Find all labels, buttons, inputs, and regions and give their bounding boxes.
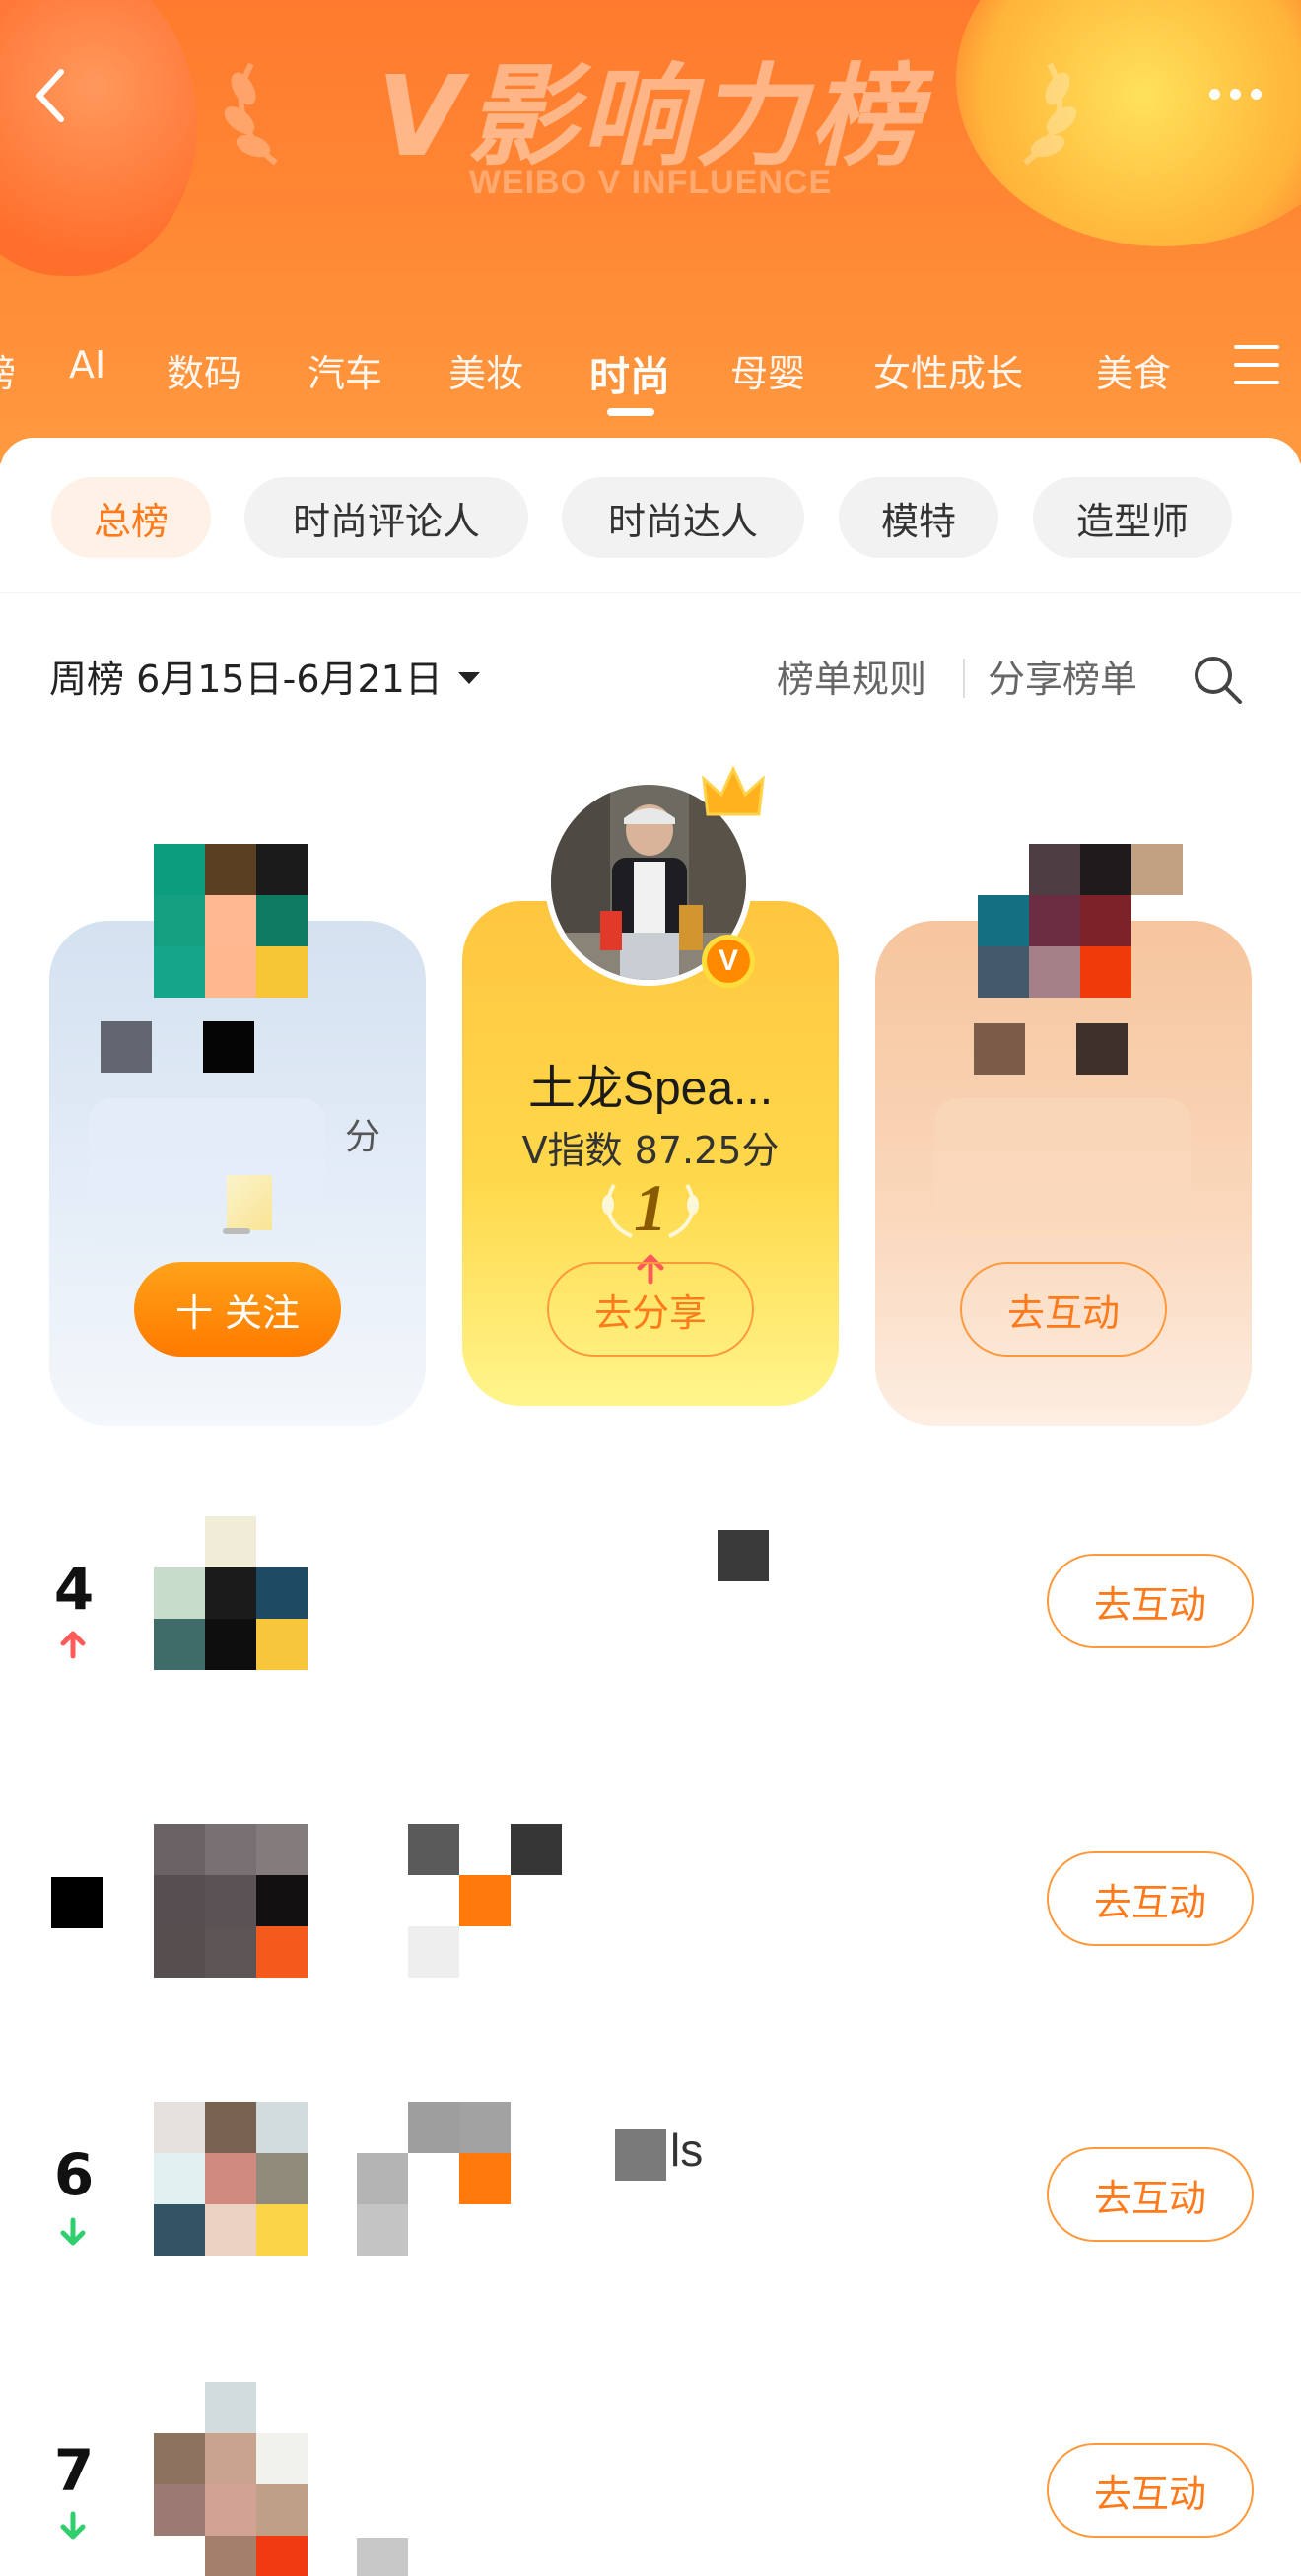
trend-flat-icon bbox=[223, 1228, 250, 1234]
censored-name bbox=[718, 1530, 769, 1581]
tab-ai[interactable]: AI bbox=[69, 343, 105, 386]
ranking-toolbar: 周榜 6月15日-6月21日 榜单规则 分享榜单 bbox=[0, 635, 1301, 714]
avatar[interactable] bbox=[134, 808, 341, 1015]
subtab-overall[interactable]: 总榜 bbox=[51, 477, 211, 558]
tab-category[interactable]: 榜 bbox=[0, 343, 16, 397]
tab-fashion[interactable]: 时尚 bbox=[589, 343, 670, 402]
rank-number: 6 bbox=[53, 2141, 95, 2208]
more-horizontal-icon bbox=[1208, 88, 1220, 100]
menu-icon[interactable] bbox=[1234, 345, 1279, 388]
crown-icon bbox=[702, 765, 765, 816]
trend-down-icon bbox=[60, 2511, 86, 2540]
censored-avatar bbox=[154, 2102, 308, 2256]
interact-button[interactable]: 去互动 bbox=[960, 1262, 1167, 1357]
rank-number: 7 bbox=[53, 2437, 95, 2504]
follow-button[interactable]: 十 关注 bbox=[134, 1262, 341, 1357]
tab-female-growth[interactable]: 女性成长 bbox=[873, 343, 1023, 397]
divider bbox=[0, 592, 1301, 593]
trend-up-icon bbox=[60, 1631, 86, 1659]
chevron-left-icon bbox=[36, 69, 64, 122]
rank-badge bbox=[227, 1175, 272, 1230]
avatar[interactable] bbox=[958, 808, 1183, 1015]
rules-link[interactable]: 榜单规则 bbox=[777, 649, 926, 703]
rank-number: 1 bbox=[634, 1170, 667, 1245]
subtab-fashion-influencer[interactable]: 时尚达人 bbox=[562, 477, 804, 558]
censored-avatar bbox=[154, 1824, 308, 1978]
interact-button[interactable]: 去互动 bbox=[1047, 1851, 1254, 1946]
category-tabs: 榜 AI 数码 汽车 美妆 时尚 母婴 女性成长 美食 bbox=[0, 325, 1301, 434]
censored-avatar bbox=[154, 2382, 308, 2536]
tab-maternity[interactable]: 母婴 bbox=[730, 343, 805, 397]
period-label: 周榜 6月15日-6月21日 bbox=[49, 658, 443, 701]
censored-avatar bbox=[978, 844, 1183, 998]
share-button[interactable]: 去分享 bbox=[547, 1262, 754, 1357]
more-options-button[interactable] bbox=[1191, 69, 1279, 118]
tab-beauty[interactable]: 美妆 bbox=[448, 343, 523, 397]
censored-avatar bbox=[154, 1516, 308, 1670]
subtab-fashion-critic[interactable]: 时尚评论人 bbox=[244, 477, 528, 558]
subtab-stylist[interactable]: 造型师 bbox=[1033, 477, 1232, 558]
rank-number: 4 bbox=[53, 1556, 95, 1623]
list-row[interactable]: 7 去互动 bbox=[0, 2382, 1301, 2576]
verified-v-icon: V bbox=[702, 935, 755, 988]
ranking-card: 总榜 时尚评论人 时尚达人 模特 造型师 周榜 6月15日-6月21日 榜单规则… bbox=[0, 438, 1301, 2576]
list-row[interactable]: 4 去互动 bbox=[0, 1502, 1301, 1700]
sub-tabs: 总榜 时尚评论人 时尚达人 模特 造型师 bbox=[0, 477, 1301, 566]
interact-button[interactable]: 去互动 bbox=[1047, 1554, 1254, 1648]
tab-food[interactable]: 美食 bbox=[1096, 343, 1171, 397]
active-tab-indicator bbox=[607, 408, 654, 416]
page-subtitle: WEIBO V INFLUENCE bbox=[468, 164, 833, 201]
search-icon[interactable] bbox=[1191, 653, 1244, 706]
tab-auto[interactable]: 汽车 bbox=[308, 343, 382, 397]
period-selector[interactable]: 周榜 6月15日-6月21日 bbox=[49, 649, 480, 703]
score-suffix: 分 bbox=[345, 1117, 381, 1157]
interact-button[interactable]: 去互动 bbox=[1047, 2147, 1254, 2242]
tab-digital[interactable]: 数码 bbox=[167, 343, 241, 397]
share-ranking-link[interactable]: 分享榜单 bbox=[988, 649, 1137, 703]
censored-rank bbox=[51, 1877, 103, 1928]
caret-down-icon bbox=[457, 671, 480, 684]
censored-name bbox=[357, 2102, 511, 2256]
censored-avatar bbox=[154, 844, 308, 998]
interact-button[interactable]: 去互动 bbox=[1047, 2443, 1254, 2538]
ranking-header: V影响力榜 WEIBO V INFLUENCE 榜 AI 数码 汽车 美妆 时尚… bbox=[0, 0, 1301, 463]
divider bbox=[963, 659, 965, 698]
censored-name bbox=[408, 1824, 562, 1978]
trend-down-icon bbox=[60, 2217, 86, 2246]
censored-name bbox=[357, 2538, 408, 2576]
user-name: ls bbox=[670, 2124, 704, 2176]
list-row[interactable]: 6 ls 去互动 bbox=[0, 2094, 1301, 2291]
v-index-score: V指数 87.25分 bbox=[521, 1129, 780, 1172]
censored-name bbox=[974, 1023, 1128, 1075]
subtab-model[interactable]: 模特 bbox=[839, 477, 998, 558]
back-button[interactable] bbox=[28, 61, 75, 130]
user-name: 土龙Spea... bbox=[527, 1063, 774, 1115]
censored-name bbox=[101, 1021, 408, 1073]
list-row[interactable]: 去互动 bbox=[0, 1798, 1301, 1995]
